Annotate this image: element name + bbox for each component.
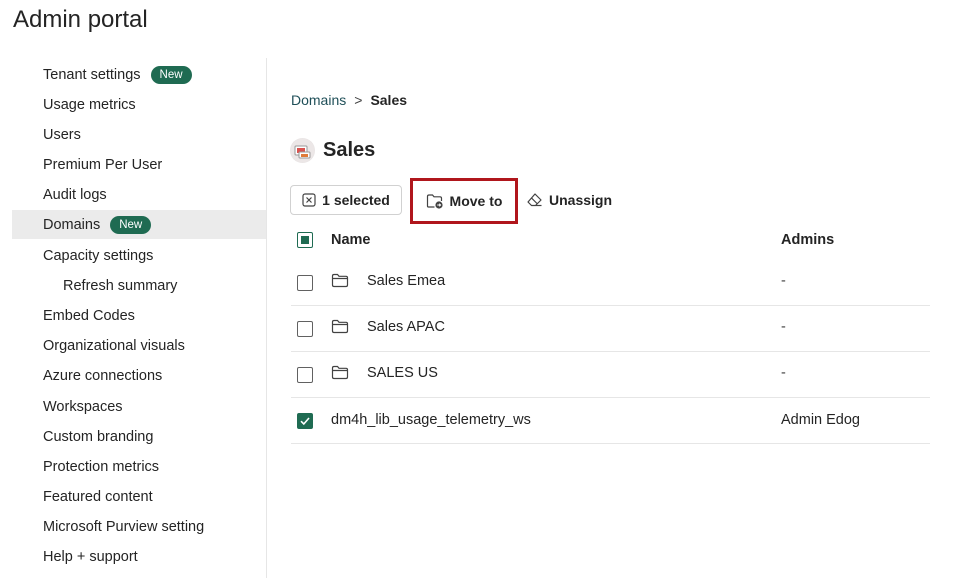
folder-icon (331, 365, 349, 385)
sidebar-item-label: Usage metrics (43, 96, 136, 113)
sidebar-item-refresh-summary[interactable]: Refresh summary (12, 271, 266, 300)
table-row[interactable]: Sales APAC - (291, 306, 930, 352)
clear-selection-button[interactable]: 1 selected (290, 185, 402, 215)
folder-move-icon (426, 193, 444, 209)
domain-title: Sales (323, 139, 376, 161)
new-badge: New (150, 65, 192, 84)
row-name: SALES US (367, 365, 438, 381)
row-admins: - (781, 273, 786, 289)
sidebar-item-premium-per-user[interactable]: Premium Per User (12, 150, 266, 179)
sidebar-item-workspaces[interactable]: Workspaces (12, 392, 266, 421)
sidebar-item-azure-connections[interactable]: Azure connections (12, 361, 266, 390)
table-row[interactable]: Sales Emea - (291, 260, 930, 306)
sidebar-item-label: Users (43, 126, 81, 143)
select-all-checkbox[interactable] (297, 232, 313, 248)
breadcrumb-domains-link[interactable]: Domains (291, 92, 346, 108)
breadcrumb-separator: > (354, 92, 363, 108)
selected-count-label: 1 selected (322, 192, 390, 208)
sidebar-item-label: Workspaces (43, 398, 123, 415)
workspaces-table: Name Admins Sales Emea - Sales APAC - SA… (291, 222, 930, 444)
eraser-icon (526, 192, 543, 208)
table-row[interactable]: dm4h_lib_usage_telemetry_ws Admin Edog (291, 398, 930, 444)
row-admins: Admin Edog (781, 412, 860, 428)
table-row[interactable]: SALES US - (291, 352, 930, 398)
row-name: Sales APAC (367, 319, 445, 335)
sidebar-item-microsoft-purview-setting[interactable]: Microsoft Purview setting (12, 512, 266, 541)
breadcrumb-current: Sales (370, 92, 408, 108)
sidebar-item-label: Tenant settings (43, 66, 141, 83)
folder-icon (331, 273, 349, 293)
sidebar-item-label: Domains (43, 216, 101, 233)
domain-header: Sales (290, 138, 375, 163)
sidebar-item-label: Protection metrics (43, 458, 160, 475)
sidebar-item-label: Organizational visuals (43, 337, 185, 354)
folder-icon (331, 319, 349, 339)
sidebar-item-custom-branding[interactable]: Custom branding (12, 422, 266, 451)
row-checkbox[interactable] (297, 275, 313, 291)
sidebar-item-label: Premium Per User (43, 156, 163, 173)
sidebar-item-label: Capacity settings (43, 247, 154, 264)
dismiss-square-icon (302, 193, 316, 207)
sidebar-item-organizational-visuals[interactable]: Organizational visuals (12, 331, 266, 360)
sidebar-item-help-support[interactable]: Help + support (12, 542, 266, 571)
unassign-label: Unassign (549, 192, 613, 208)
sidebar-item-label: Microsoft Purview setting (43, 518, 205, 535)
sidebar-item-featured-content[interactable]: Featured content (12, 482, 266, 511)
move-to-button[interactable]: Move to (410, 178, 518, 224)
sidebar-item-audit-logs[interactable]: Audit logs (12, 180, 266, 209)
sidebar-item-capacity-settings[interactable]: Capacity settings (12, 241, 266, 270)
sidebar-item-label: Featured content (43, 488, 153, 505)
row-checkbox[interactable] (297, 367, 313, 383)
sidebar-item-tenant-settings[interactable]: Tenant settings New (12, 60, 266, 89)
move-to-label: Move to (449, 193, 503, 209)
sidebar-item-label: Refresh summary (63, 277, 178, 294)
row-name: dm4h_lib_usage_telemetry_ws (331, 412, 531, 428)
row-admins: - (781, 365, 786, 381)
sidebar-item-label: Help + support (43, 548, 138, 565)
sidebar-item-protection-metrics[interactable]: Protection metrics (12, 452, 266, 481)
sidebar-item-embed-codes[interactable]: Embed Codes (12, 301, 266, 330)
domain-avatar-icon (290, 138, 315, 163)
row-name: Sales Emea (367, 273, 446, 289)
new-badge: New (110, 215, 152, 234)
sidebar-item-domains[interactable]: Domains New (12, 210, 266, 239)
column-header-admins[interactable]: Admins (781, 232, 834, 248)
page-title: Admin portal (13, 6, 148, 33)
sidebar-item-label: Embed Codes (43, 307, 135, 324)
unassign-button[interactable]: Unassign (526, 185, 612, 215)
sidebar-item-label: Azure connections (43, 367, 163, 384)
table-header: Name Admins (291, 222, 930, 260)
sidebar-item-usage-metrics[interactable]: Usage metrics (12, 90, 266, 119)
row-checkbox[interactable] (297, 321, 313, 337)
row-admins: - (781, 319, 786, 335)
breadcrumb: Domains > Sales (291, 92, 407, 108)
sidebar-nav: Tenant settings New Usage metrics Users … (0, 58, 267, 578)
sidebar-item-label: Audit logs (43, 186, 107, 203)
row-checkbox-checked[interactable] (297, 413, 313, 429)
column-header-name[interactable]: Name (331, 232, 371, 248)
sidebar-item-users[interactable]: Users (12, 120, 266, 149)
sidebar-item-label: Custom branding (43, 428, 154, 445)
